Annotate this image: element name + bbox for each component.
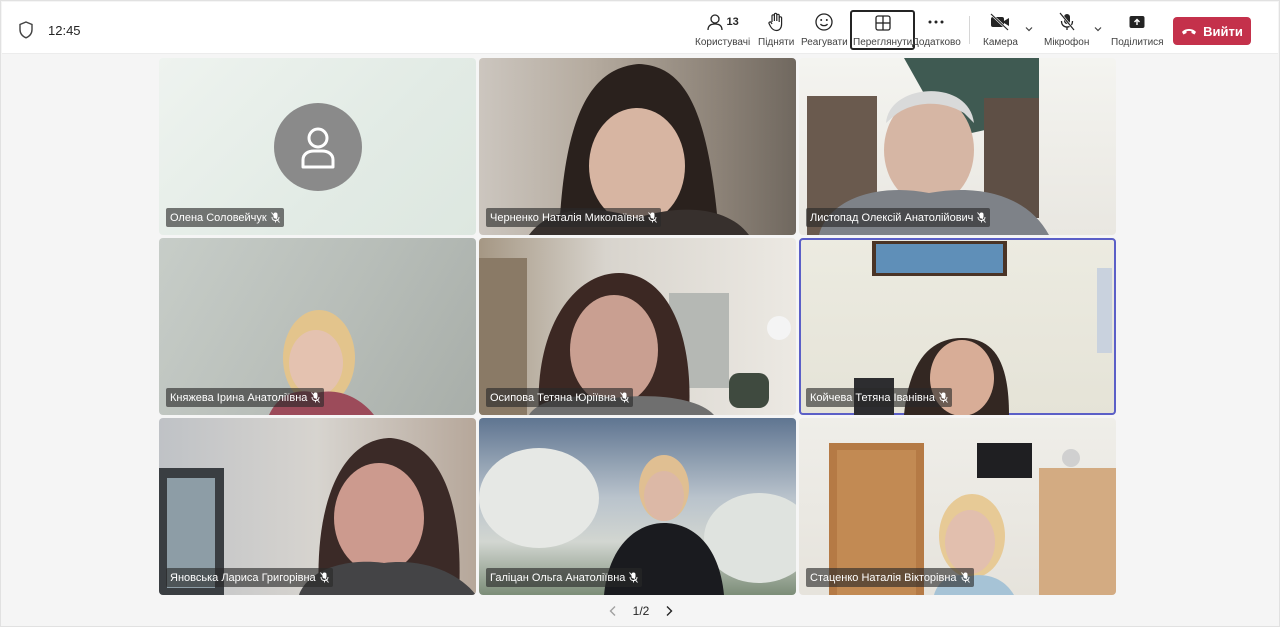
participant-name: Койчева Тетяна Іванівна (810, 391, 935, 404)
mic-muted-icon (939, 392, 948, 403)
leave-button[interactable]: Вийти (1173, 17, 1251, 45)
camera-label: Камера (983, 37, 1018, 48)
participant-name: Осипова Тетяна Юріївна (490, 391, 617, 404)
more-label: Додатково (912, 37, 961, 48)
chevron-left-icon (609, 606, 616, 616)
mic-muted-icon (648, 212, 658, 223)
participant-name-tag: Олена Соловейчук (166, 208, 284, 227)
hand-icon (768, 12, 783, 32)
video-grid: Олена Соловейчук Черненко Наталія Микола… (159, 58, 1117, 595)
previous-page-button[interactable] (606, 604, 620, 618)
next-page-button[interactable] (662, 604, 676, 618)
meeting-timer: 12:45 (48, 23, 81, 38)
participant-tile[interactable]: Княжева Ірина Анатоліївна (159, 238, 476, 415)
people-button[interactable]: 13 Користувачі (695, 11, 750, 51)
mic-options-chevron-icon[interactable] (1093, 24, 1103, 34)
share-button[interactable]: Поділитися (1111, 11, 1164, 51)
react-button[interactable]: Реагувати (801, 11, 848, 51)
smiley-icon (815, 13, 834, 31)
shield-icon (19, 21, 33, 39)
raise-hand-button[interactable]: Підняти (758, 11, 794, 51)
chevron-right-icon (666, 606, 673, 616)
meeting-toolbar: 12:45 13 Користувачі Підняти Реагувати П… (2, 2, 1278, 54)
participant-name: Княжева Ірина Анатоліївна (170, 391, 308, 404)
participant-name: Листопад Олексій Анатолійович (810, 211, 974, 224)
raise-label: Підняти (758, 37, 795, 48)
participant-tile[interactable]: Олена Соловейчук (159, 58, 476, 235)
camera-off-icon (990, 13, 1010, 31)
participant-name-tag: Осипова Тетяна Юріївна (486, 388, 634, 407)
more-button[interactable]: Додатково (912, 11, 961, 51)
phone-hangup-icon (1182, 29, 1197, 35)
participant-name-tag: Стаценко Наталія Вікторівна (806, 568, 974, 587)
participant-tile[interactable]: Черненко Наталія Миколаївна (479, 58, 796, 235)
react-label: Реагувати (801, 37, 848, 48)
view-button[interactable]: Переглянути (850, 10, 916, 50)
participants-count: 13 (726, 16, 739, 28)
share-screen-icon (1129, 16, 1145, 28)
participant-tile[interactable]: Стаценко Наталія Вікторівна (799, 418, 1116, 595)
mic-muted-icon (311, 392, 321, 403)
mic-muted-icon (977, 212, 987, 223)
camera-options-chevron-icon[interactable] (1024, 24, 1034, 34)
mic-muted-icon (960, 572, 970, 583)
teams-meeting-window: 12:45 13 Користувачі Підняти Реагувати П… (0, 0, 1280, 627)
participant-name-tag: Яновська Лариса Григорівна (166, 568, 333, 587)
leave-label: Вийти (1203, 23, 1243, 39)
mic-label: Мікрофон (1044, 37, 1090, 48)
people-icon (707, 14, 724, 31)
participant-name-tag: Княжева Ірина Анатоліївна (166, 388, 325, 407)
mic-muted-icon (629, 572, 639, 583)
participant-name: Яновська Лариса Григорівна (170, 571, 316, 584)
more-dots-icon (928, 20, 944, 24)
person-icon (301, 127, 335, 169)
participant-name: Стаценко Наталія Вікторівна (810, 571, 957, 584)
grid-view-icon (874, 14, 891, 31)
view-label: Переглянути (853, 37, 913, 48)
participant-tile[interactable]: Листопад Олексій Анатолійович (799, 58, 1116, 235)
participant-tile[interactable]: Яновська Лариса Григорівна (159, 418, 476, 595)
participant-name-tag: Койчева Тетяна Іванівна (806, 388, 952, 407)
participant-tile[interactable]: Галіцан Ольга Анатоліївна (479, 418, 796, 595)
participant-name: Галіцан Ольга Анатоліївна (490, 571, 626, 584)
share-label: Поділитися (1111, 37, 1164, 48)
participant-tile-active-speaker[interactable]: Койчева Тетяна Іванівна (799, 238, 1116, 415)
participant-name-tag: Черненко Наталія Миколаївна (486, 208, 662, 227)
participant-tile[interactable]: Осипова Тетяна Юріївна (479, 238, 796, 415)
mic-muted-icon (620, 392, 629, 403)
mic-muted-icon (319, 572, 329, 583)
gallery-pagination: 1/2 (606, 602, 676, 620)
participant-name-tag: Галіцан Ольга Анатоліївна (486, 568, 643, 587)
people-label: Користувачі (695, 37, 751, 48)
microphone-button[interactable]: Мікрофон (1044, 11, 1089, 51)
mic-off-icon (1058, 12, 1075, 31)
toolbar-divider (969, 16, 970, 44)
avatar (274, 103, 362, 191)
participant-name: Черненко Наталія Миколаївна (490, 211, 645, 224)
page-indicator: 1/2 (632, 604, 650, 618)
camera-button[interactable]: Камера (983, 11, 1018, 51)
participant-name-tag: Листопад Олексій Анатолійович (806, 208, 991, 227)
mic-muted-icon (270, 212, 280, 223)
participant-name: Олена Соловейчук (170, 211, 267, 224)
